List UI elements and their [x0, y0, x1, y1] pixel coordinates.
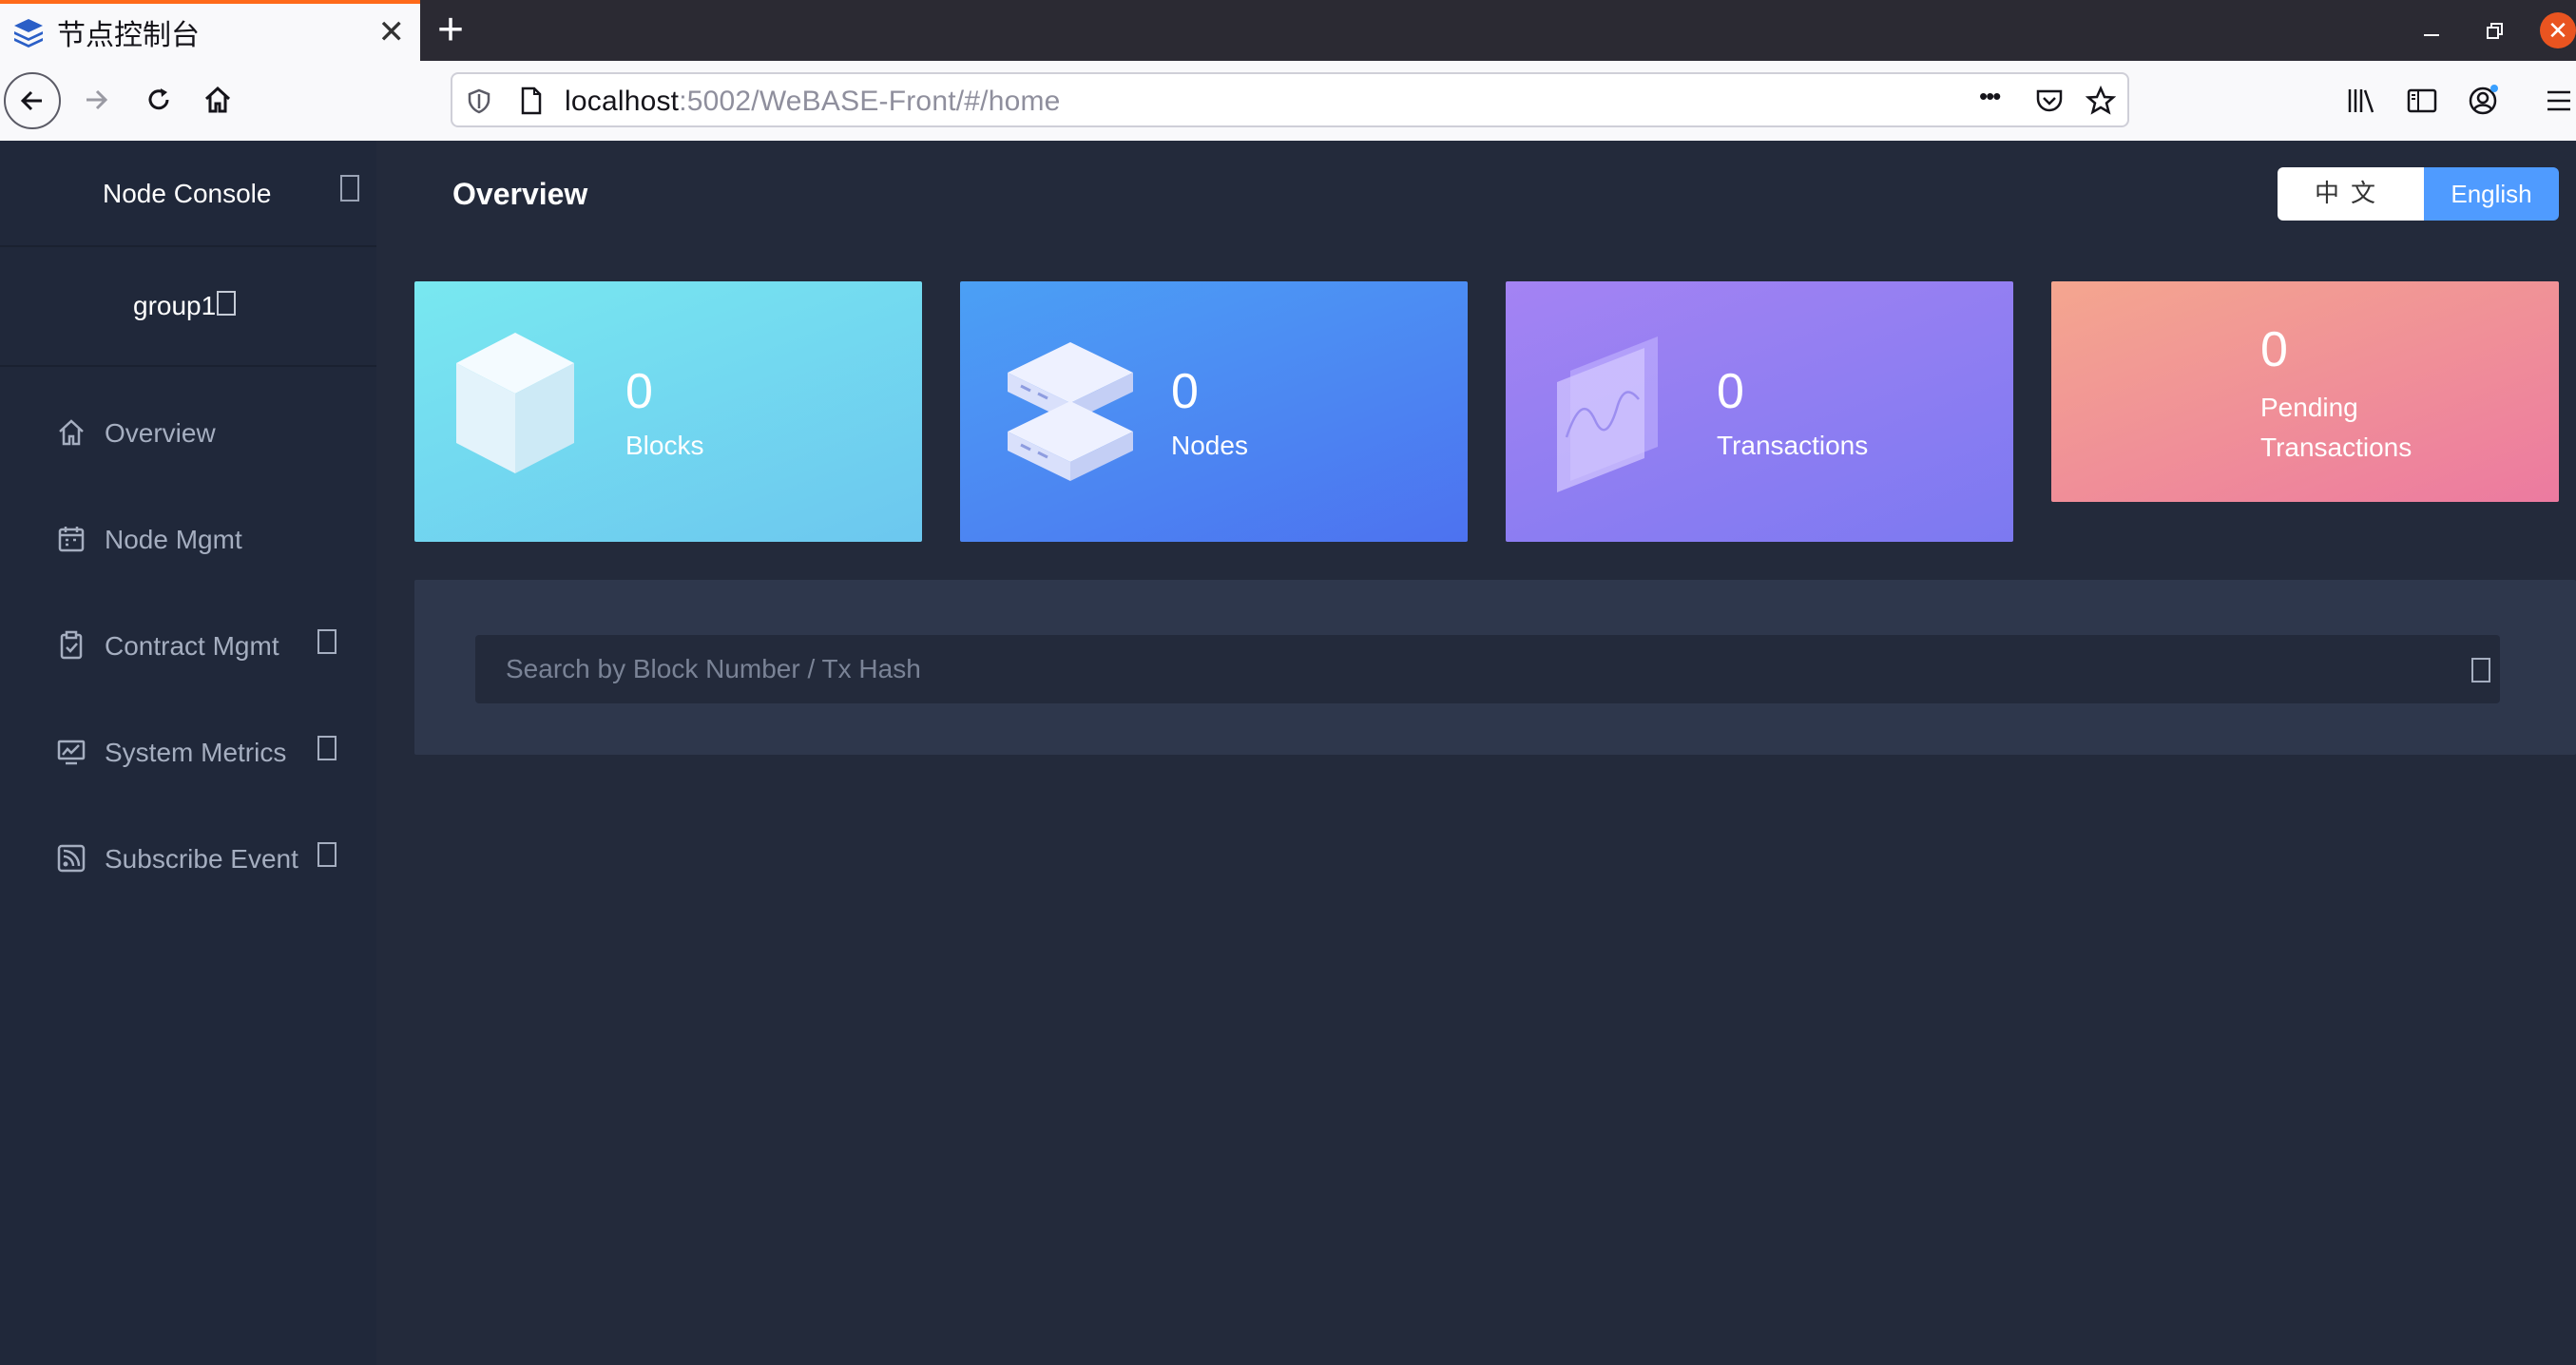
new-tab-button[interactable]: +	[437, 8, 464, 53]
star-icon[interactable]	[2086, 86, 2116, 116]
lang-english-button[interactable]: English	[2424, 167, 2559, 221]
sidebar-item-overview[interactable]: Overview	[0, 380, 376, 487]
blocks-card[interactable]: 0 Blocks	[414, 281, 922, 542]
transactions-card[interactable]: 0 Transactions	[1506, 281, 2013, 542]
page-icon[interactable]	[519, 86, 544, 116]
sidebar-item-label: Node Mgmt	[105, 525, 242, 554]
browser-tab-active[interactable]: 节点控制台 ✕	[0, 0, 420, 61]
shield-icon[interactable]	[466, 87, 492, 114]
sidebar-item-label: Subscribe Event	[105, 844, 298, 874]
sidebar-header: Node Console	[0, 141, 376, 247]
url-text[interactable]: localhost:5002/WeBASE-Front/#/home	[565, 86, 1061, 118]
account-icon[interactable]	[2466, 84, 2500, 118]
arrow-right-icon	[87, 89, 108, 110]
clipboard-icon	[60, 630, 83, 660]
browser-tab-strip: 节点控制台 ✕ + ✕	[0, 0, 2576, 61]
blocks-label: Blocks	[625, 431, 704, 460]
sidebar-item-contract-mgmt[interactable]: Contract Mgmt	[0, 593, 376, 700]
url-bar[interactable]: localhost:5002/WeBASE-Front/#/home •••	[451, 72, 2129, 127]
pending-label-line1: Pending	[2260, 393, 2358, 422]
pending-count: 0	[2260, 322, 2288, 377]
nodes-card[interactable]: 0 Nodes	[960, 281, 1468, 542]
sidebar-toggle-icon[interactable]	[2405, 84, 2439, 118]
sidebar-item-label: Overview	[105, 418, 216, 448]
sidebar-item-label: Contract Mgmt	[105, 631, 279, 661]
pending-label-line2: Transactions	[2260, 433, 2413, 462]
search-icon[interactable]	[2471, 658, 2490, 682]
sidebar-item-label: System Metrics	[105, 738, 287, 767]
sidebar-item-subscribe-event[interactable]: Subscribe Event	[0, 806, 376, 913]
pocket-icon[interactable]	[2034, 87, 2065, 115]
language-switch: 中文 English	[2278, 167, 2559, 221]
sidebar-collapse-icon[interactable]	[340, 175, 359, 202]
restore-icon[interactable]	[2485, 21, 2506, 42]
home-button[interactable]	[194, 76, 241, 124]
main-content: Overview 中文 English 0 Blocks 0 Nodes 0 T…	[376, 141, 2576, 1365]
tab-title: 节点控制台	[57, 19, 200, 52]
window-close-button[interactable]: ✕	[2540, 12, 2576, 48]
lang-chinese-button[interactable]: 中文	[2278, 167, 2424, 221]
expand-icon[interactable]	[317, 629, 336, 654]
cube-icon	[456, 333, 574, 473]
monitor-chart-icon	[57, 740, 86, 765]
sidebar: Node Console group1 Overview Node Mgmt C…	[0, 141, 376, 1365]
forward-button[interactable]	[72, 76, 120, 124]
nodes-label: Nodes	[1171, 431, 1248, 460]
server-stack-icon	[1008, 342, 1133, 481]
pending-transactions-card[interactable]: 0 Pending Transactions	[2051, 281, 2559, 502]
search-panel	[414, 580, 2576, 755]
tab-close-icon[interactable]: ✕	[378, 15, 406, 49]
rss-icon	[57, 844, 86, 873]
page-actions-icon[interactable]: •••	[1979, 82, 2001, 111]
group-dropdown-icon[interactable]	[217, 291, 236, 316]
minimize-icon[interactable]	[2422, 29, 2441, 38]
hamburger-menu-icon[interactable]	[2542, 84, 2576, 118]
blocks-count: 0	[625, 364, 653, 419]
page-title: Overview	[452, 177, 588, 211]
reload-icon	[148, 88, 169, 110]
reload-button[interactable]	[135, 76, 183, 124]
back-button[interactable]	[4, 72, 61, 129]
url-path: :5002/WeBASE-Front/#/home	[679, 86, 1061, 117]
layers-icon	[14, 19, 43, 48]
expand-icon[interactable]	[317, 842, 336, 867]
transactions-count: 0	[1717, 364, 1744, 419]
group-label: group1	[133, 291, 217, 320]
sidebar-item-system-metrics[interactable]: System Metrics	[0, 700, 376, 806]
library-icon[interactable]	[2344, 84, 2378, 118]
app-title: Node Console	[103, 179, 272, 208]
arrow-left-icon	[20, 90, 42, 111]
transactions-label: Transactions	[1717, 431, 1869, 460]
group-selector[interactable]: group1	[0, 247, 376, 367]
nodes-count: 0	[1171, 364, 1199, 419]
home-icon	[59, 419, 84, 446]
transaction-chart-icon	[1557, 336, 1658, 492]
expand-icon[interactable]	[317, 736, 336, 760]
search-input[interactable]	[475, 635, 2500, 703]
url-host: localhost	[565, 86, 680, 117]
calendar-icon	[58, 527, 85, 552]
sidebar-item-node-mgmt[interactable]: Node Mgmt	[0, 487, 376, 593]
sidebar-menu: Overview Node Mgmt Contract Mgmt System …	[0, 380, 376, 913]
home-icon	[204, 86, 231, 113]
